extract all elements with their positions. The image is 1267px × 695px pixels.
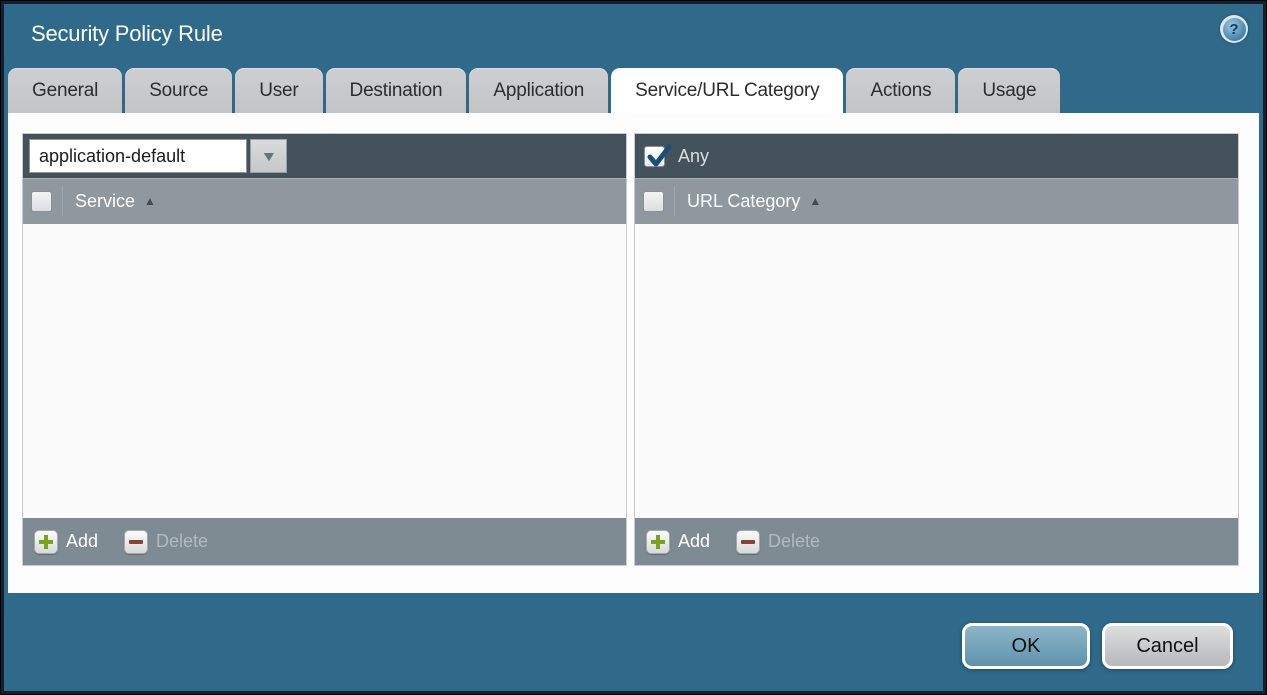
- service-type-dropdown-value[interactable]: application-default: [29, 139, 247, 173]
- service-footer: Add Delete: [23, 518, 626, 565]
- cancel-button[interactable]: Cancel: [1102, 623, 1233, 669]
- dialog-body: application-default ▼ Service ▲ Add: [8, 113, 1259, 593]
- sort-ascending-icon[interactable]: ▲: [809, 194, 821, 208]
- checkmark-icon: [645, 143, 673, 171]
- url-category-panel: Any URL Category ▲ Add Delete: [634, 133, 1239, 566]
- service-type-dropdown[interactable]: application-default ▼: [29, 139, 287, 173]
- url-category-column-header[interactable]: URL Category: [687, 191, 800, 212]
- tab-source[interactable]: Source: [125, 68, 232, 113]
- tab-bar: General Source User Destination Applicat…: [8, 68, 1060, 113]
- service-type-dropdown-button[interactable]: ▼: [250, 139, 287, 173]
- url-category-list: [635, 224, 1238, 518]
- url-category-delete-button[interactable]: Delete: [736, 530, 820, 554]
- url-category-column-header-row: URL Category ▲: [635, 178, 1238, 224]
- service-add-button[interactable]: Add: [34, 530, 98, 554]
- url-category-footer: Add Delete: [635, 518, 1238, 565]
- any-checkbox[interactable]: [644, 146, 665, 167]
- plus-icon: [34, 530, 58, 554]
- minus-icon: [124, 530, 148, 554]
- sort-ascending-icon[interactable]: ▲: [144, 194, 156, 208]
- column-divider: [62, 186, 63, 216]
- tab-general[interactable]: General: [8, 68, 122, 113]
- page-title: Security Policy Rule: [31, 21, 223, 47]
- service-column-header-row: Service ▲: [23, 178, 626, 224]
- service-delete-button[interactable]: Delete: [124, 530, 208, 554]
- tab-service-url-category[interactable]: Service/URL Category: [611, 68, 843, 114]
- tab-application[interactable]: Application: [469, 68, 608, 113]
- minus-icon: [736, 530, 760, 554]
- url-category-toolbar: Any: [635, 134, 1238, 178]
- ok-button[interactable]: OK: [962, 623, 1090, 669]
- service-panel: application-default ▼ Service ▲ Add: [22, 133, 627, 566]
- security-policy-rule-dialog: Security Policy Rule ? General Source Us…: [1, 1, 1266, 694]
- tab-actions[interactable]: Actions: [846, 68, 955, 113]
- title-bar: Security Policy Rule ?: [4, 4, 1263, 68]
- url-category-add-button[interactable]: Add: [646, 530, 710, 554]
- service-list: [23, 224, 626, 518]
- help-button[interactable]: ?: [1220, 15, 1248, 43]
- help-icon: ?: [1223, 18, 1246, 41]
- tab-destination[interactable]: Destination: [326, 68, 467, 113]
- tab-user[interactable]: User: [235, 68, 322, 113]
- url-category-select-all-checkbox[interactable]: [643, 191, 664, 212]
- column-divider: [674, 186, 675, 216]
- service-select-all-checkbox[interactable]: [31, 191, 52, 212]
- chevron-down-icon: ▼: [260, 148, 277, 164]
- plus-icon: [646, 530, 670, 554]
- service-column-header[interactable]: Service: [75, 191, 135, 212]
- tab-usage[interactable]: Usage: [958, 68, 1060, 113]
- any-label: Any: [678, 146, 709, 167]
- service-toolbar: application-default ▼: [23, 134, 626, 178]
